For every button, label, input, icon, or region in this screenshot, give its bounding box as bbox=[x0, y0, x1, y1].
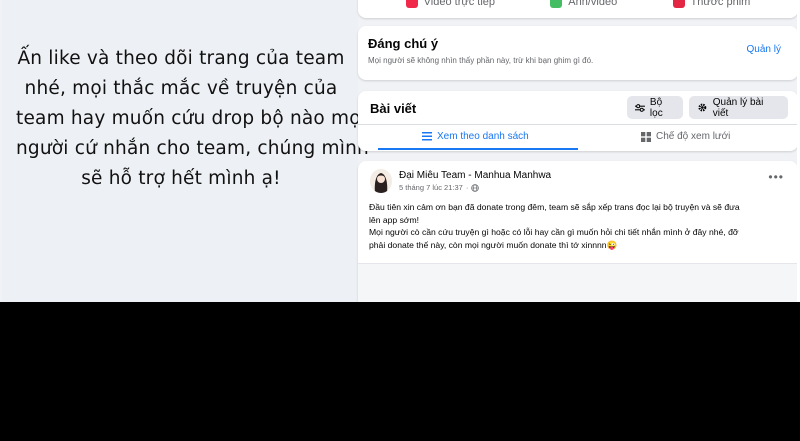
grid-icon bbox=[641, 131, 651, 142]
live-video-button[interactable]: Video trực tiếp bbox=[405, 0, 496, 12]
gear-icon bbox=[698, 103, 707, 112]
post-author[interactable]: Đại Miêu Team - Manhua Manhwa bbox=[399, 170, 551, 181]
filter-button[interactable]: Bộ lọc bbox=[627, 96, 683, 119]
post-card: Đại Miêu Team - Manhua Manhwa 5 tháng 7 … bbox=[358, 161, 798, 302]
tab-list-label: Xem theo danh sách bbox=[437, 131, 529, 142]
promo-line: nhé, mọi thắc mắc về truyện của bbox=[24, 78, 338, 99]
list-icon bbox=[422, 132, 432, 141]
post-line: lên app sớm! bbox=[369, 214, 420, 225]
posts-divider bbox=[358, 124, 798, 125]
promo-line: team hay muốn cứu drop bộ nào mọi bbox=[16, 108, 367, 129]
promo-line: Ấn like và theo dõi trang của team bbox=[17, 48, 345, 69]
post-media bbox=[358, 263, 798, 302]
tab-grid-view[interactable]: Chế độ xem lưới bbox=[641, 131, 730, 142]
screenshot-area: Ấn like và theo dõi trang của team nhé, … bbox=[0, 0, 800, 302]
post-line: Đầu tiên xin cảm ơn bạn đã donate trong … bbox=[369, 202, 740, 212]
tab-list-view[interactable]: Xem theo danh sách bbox=[422, 131, 529, 142]
separator-dot: · bbox=[465, 183, 469, 192]
pinned-title: Đáng chú ý bbox=[368, 36, 439, 51]
more-options-icon[interactable]: ••• bbox=[768, 170, 784, 184]
globe-icon bbox=[471, 183, 480, 192]
posts-card: Bài viết Bộ lọc Quản lý bài viết Xem the… bbox=[358, 91, 798, 151]
live-video-icon bbox=[405, 0, 418, 8]
promo-line: người cứ nhắn cho team, chúng mình bbox=[16, 138, 369, 159]
promo-message: Ấn like và theo dõi trang của team nhé, … bbox=[16, 44, 369, 194]
composer-card: Video trực tiếp Ảnh/video Thước phim bbox=[358, 0, 798, 18]
avatar[interactable] bbox=[370, 169, 392, 193]
live-video-label: Video trực tiếp bbox=[423, 0, 496, 8]
tab-grid-label: Chế độ xem lưới bbox=[656, 131, 731, 142]
post-timestamp[interactable]: 5 tháng 7 lúc 21:37 bbox=[399, 183, 463, 192]
pinned-card: Đáng chú ý Mọi người sẽ không nhìn thấy … bbox=[358, 26, 798, 80]
manage-posts-label: Quản lý bài viết bbox=[712, 96, 764, 119]
posts-title: Bài viết bbox=[370, 101, 417, 116]
manage-posts-button[interactable]: Quản lý bài viết bbox=[689, 96, 788, 119]
reels-icon bbox=[672, 0, 685, 8]
filter-label: Bộ lọc bbox=[649, 96, 663, 119]
sliders-icon bbox=[635, 103, 645, 112]
reels-label: Thước phim bbox=[690, 0, 751, 8]
pinned-subtitle: Mọi người sẽ không nhìn thấy phần này, t… bbox=[368, 56, 594, 65]
post-line: phải donate thế này, còn mọi người muốn … bbox=[369, 239, 618, 250]
photo-video-button[interactable]: Ảnh/video bbox=[550, 0, 617, 12]
post-meta: 5 tháng 7 lúc 21:37 · bbox=[399, 183, 480, 192]
promo-panel: Ấn like và theo dõi trang của team nhé, … bbox=[2, 0, 369, 302]
promo-line: sẽ hỗ trợ hết mình ạ! bbox=[81, 168, 281, 189]
pinned-manage-link[interactable]: Quản lý bbox=[747, 44, 781, 55]
reels-button[interactable]: Thước phim bbox=[672, 0, 751, 12]
photo-video-label: Ảnh/video bbox=[568, 0, 618, 8]
active-tab-indicator bbox=[378, 148, 578, 150]
post-line: Mọi người cò cần cứu truyện gì hoặc có l… bbox=[369, 227, 739, 237]
photo-video-icon bbox=[550, 0, 563, 8]
post-body: Đầu tiên xin cảm ơn bạn đã donate trong … bbox=[369, 201, 789, 251]
